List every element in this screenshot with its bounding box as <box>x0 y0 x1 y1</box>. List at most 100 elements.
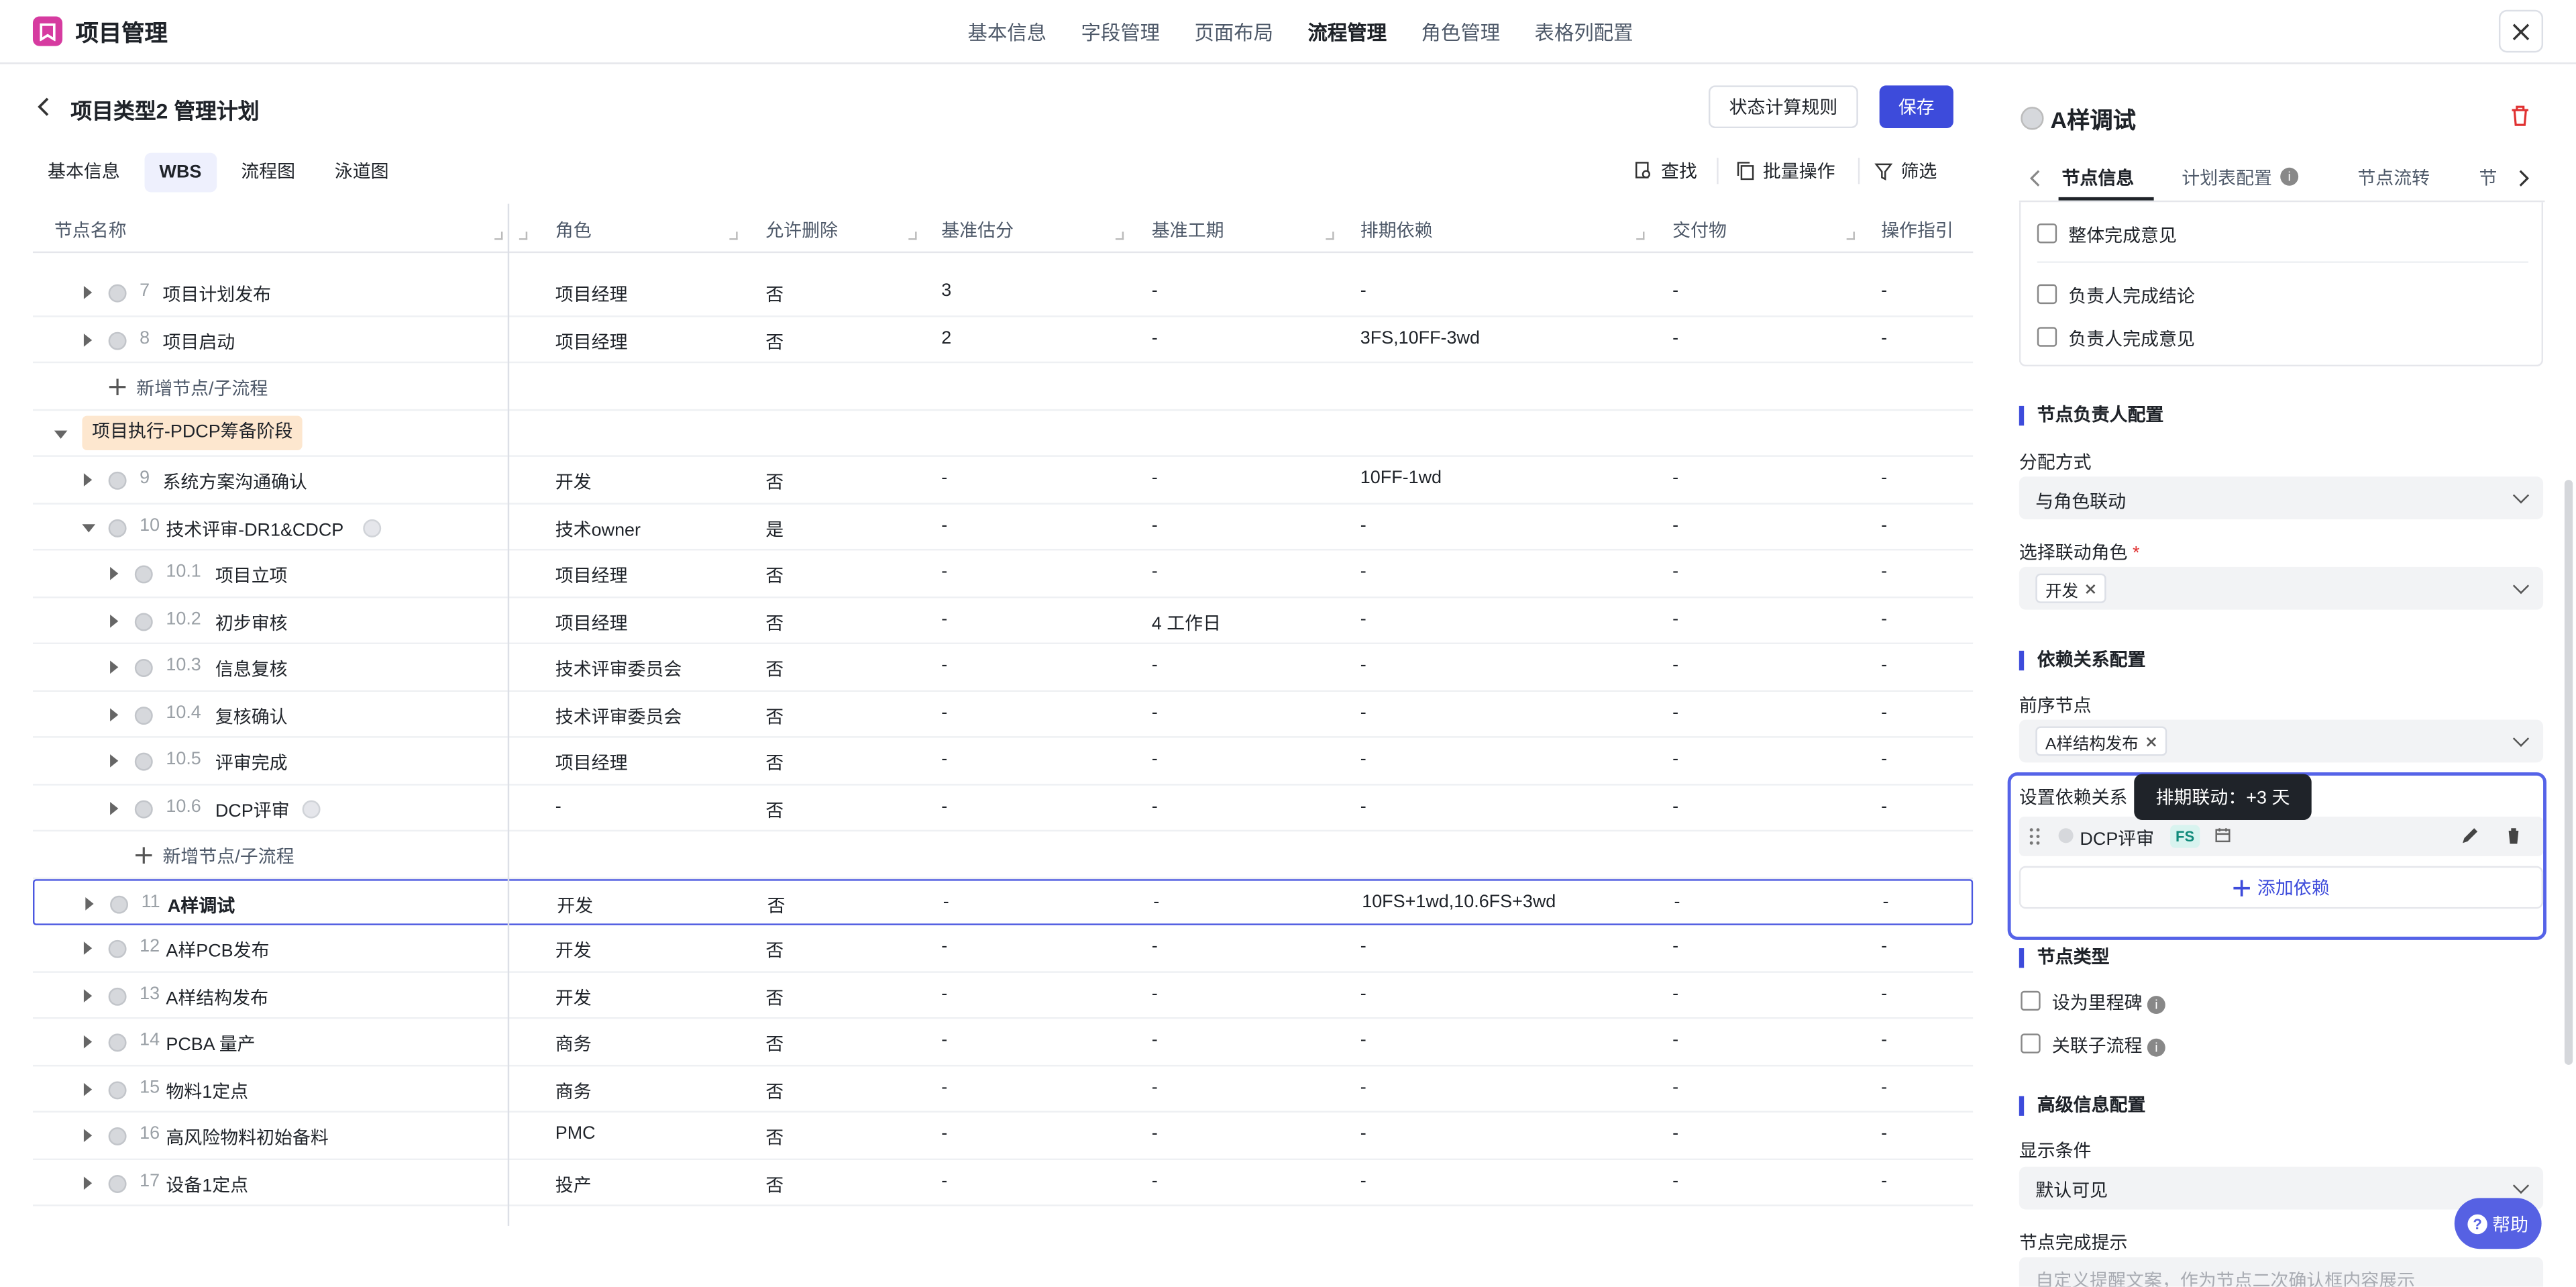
expand-caret-icon[interactable] <box>83 1129 93 1143</box>
link-role-select[interactable]: 开发 <box>2019 566 2544 610</box>
table-row[interactable]: 11 A样调试 开发 否 - - 10FS+1wd,10.6FS+3wd - - <box>32 878 1974 925</box>
pre-node-select[interactable]: A样结构发布 <box>2019 719 2544 763</box>
expand-caret-icon[interactable] <box>110 801 119 815</box>
table-row[interactable]: 16 高风险物料初始备料 PMC 否 - - - - - <box>32 1113 1974 1160</box>
nav-role-manage[interactable]: 角色管理 <box>1421 18 1501 46</box>
complete-hint-input[interactable]: 自定义提醒文案，作为节点二次确认框内容展示 <box>2019 1257 2544 1287</box>
save-button[interactable]: 保存 <box>1879 85 1953 129</box>
node-name[interactable]: 物料1定点 <box>166 1077 248 1103</box>
node-name[interactable]: 技术评审-DR1&CDCP <box>166 515 343 542</box>
expand-caret-icon[interactable] <box>110 566 119 580</box>
expand-caret-icon[interactable] <box>83 941 93 955</box>
delete-icon[interactable] <box>2510 105 2530 127</box>
expand-caret-icon[interactable] <box>83 1176 93 1189</box>
column-resize-handle[interactable] <box>908 231 917 240</box>
add-node-row[interactable]: 新增节点/子流程 <box>32 363 1974 411</box>
phase-row[interactable]: 项目执行-PDCP筹备阶段 <box>32 410 1974 457</box>
table-row[interactable]: 10.4 复核确认 技术评审委员会 否 - - - - - <box>32 691 1974 738</box>
node-name[interactable]: 评审完成 <box>215 750 288 776</box>
column-resize-handle[interactable] <box>494 231 503 240</box>
table-row[interactable]: 10.1 项目立项 项目经理 否 - - - - - <box>32 550 1974 598</box>
table-row[interactable]: 17 设备1定点 投产 否 - - - - - <box>32 1160 1974 1206</box>
node-name[interactable]: 初步审核 <box>215 609 288 635</box>
tab-wbs[interactable]: WBS <box>144 152 217 193</box>
nav-basic-info[interactable]: 基本信息 <box>967 18 1046 46</box>
table-row[interactable]: 10.3 信息复核 技术评审委员会 否 - - - - - <box>32 644 1974 691</box>
expand-caret-icon[interactable] <box>110 754 119 768</box>
link-icon[interactable] <box>302 799 321 818</box>
chevron-left-icon[interactable] <box>2029 169 2041 187</box>
table-row[interactable]: 8 项目启动 项目经理 否 2 - 3FS,10FF-3wd - - <box>32 316 1974 364</box>
panel-tab-node-info[interactable]: 节点信息 <box>2061 164 2134 191</box>
filter-button[interactable]: 筛选 <box>1874 158 1937 184</box>
table-row[interactable]: 10 技术评审-DR1&CDCP 技术owner 是 - - - - - <box>32 504 1974 551</box>
expand-caret-icon[interactable] <box>110 613 119 627</box>
node-name[interactable]: 项目启动 <box>162 328 235 354</box>
trash-icon[interactable] <box>2506 827 2522 845</box>
tag-close-icon[interactable] <box>2145 735 2157 747</box>
expand-caret-icon[interactable] <box>83 286 93 299</box>
nav-field-manage[interactable]: 字段管理 <box>1081 18 1160 46</box>
expand-caret-icon[interactable] <box>85 896 94 910</box>
node-name[interactable]: A样PCB发布 <box>166 937 269 963</box>
batch-button[interactable]: 批量操作 <box>1737 158 1835 184</box>
node-name[interactable]: A样结构发布 <box>166 984 268 1010</box>
back-arrow-icon[interactable] <box>36 97 52 116</box>
expand-caret-icon[interactable] <box>83 1082 93 1096</box>
table-row[interactable]: 9 系统方案沟通确认 开发 否 - - 10FF-1wd - - <box>32 457 1974 504</box>
add-node-row[interactable]: 新增节点/子流程 <box>32 831 1974 878</box>
dependency-item[interactable]: DCP评审 <box>2019 817 2544 856</box>
expand-caret-icon[interactable] <box>83 473 93 486</box>
edit-icon[interactable] <box>2461 827 2479 845</box>
panel-tab-more[interactable]: 节 <box>2479 164 2498 191</box>
panel-tab-plan-config[interactable]: 计划表配置 <box>2182 164 2272 191</box>
table-row[interactable]: 10.5 评审完成 项目经理 否 - - - - - <box>32 738 1974 785</box>
checkbox-overall-opinion[interactable] <box>2037 223 2057 244</box>
checkbox-owner-conclusion[interactable] <box>2037 284 2057 305</box>
table-row[interactable]: 12 A样PCB发布 开发 否 - - - - - <box>32 925 1974 972</box>
find-button[interactable]: 查找 <box>1635 158 1697 184</box>
status-rule-button[interactable]: 状态计算规则 <box>1708 85 1858 129</box>
close-button[interactable] <box>2498 9 2544 53</box>
tag-close-icon[interactable] <box>2085 582 2096 594</box>
collapse-caret-icon[interactable] <box>82 523 96 532</box>
column-resize-handle[interactable] <box>519 231 528 240</box>
collapse-caret-icon[interactable] <box>54 429 68 438</box>
tab-flowchart[interactable]: 流程图 <box>226 153 310 193</box>
table-row[interactable]: 13 A样结构发布 开发 否 - - - - - <box>32 972 1974 1019</box>
expand-caret-icon[interactable] <box>110 707 119 721</box>
node-name[interactable]: PCBA 量产 <box>166 1031 255 1057</box>
node-name[interactable]: 高风险物料初始备料 <box>166 1124 328 1150</box>
expand-caret-icon[interactable] <box>110 660 119 674</box>
link-icon[interactable] <box>363 518 382 537</box>
node-name[interactable]: 项目计划发布 <box>162 281 271 307</box>
checkbox-subflow[interactable] <box>2021 1033 2041 1053</box>
node-name[interactable]: 项目立项 <box>215 562 288 588</box>
tab-swimlane[interactable]: 泳道图 <box>320 153 404 193</box>
expand-caret-icon[interactable] <box>83 988 93 1002</box>
table-row[interactable]: 15 物料1定点 商务 否 - - - - - <box>32 1066 1974 1113</box>
help-button[interactable]: ? 帮助 <box>2454 1198 2542 1249</box>
node-name[interactable]: 系统方案沟通确认 <box>162 468 307 495</box>
add-dependency-button[interactable]: 添加依赖 <box>2019 866 2544 909</box>
panel-scrollbar[interactable] <box>2564 480 2573 1065</box>
table-row[interactable]: 7 项目计划发布 项目经理 否 3 - - - - <box>32 270 1974 317</box>
nav-table-columns[interactable]: 表格列配置 <box>1535 18 1633 46</box>
nav-flow-manage[interactable]: 流程管理 <box>1308 18 1387 46</box>
node-name[interactable]: 设备1定点 <box>166 1171 248 1197</box>
chevron-right-icon[interactable] <box>2518 169 2530 187</box>
panel-tab-node-flow[interactable]: 节点流转 <box>2357 164 2430 191</box>
checkbox-milestone[interactable] <box>2021 990 2041 1011</box>
column-resize-handle[interactable] <box>729 231 738 240</box>
node-name[interactable]: DCP评审 <box>215 796 290 823</box>
checkbox-owner-opinion[interactable] <box>2037 327 2057 347</box>
node-name[interactable]: 复核确认 <box>215 703 288 729</box>
column-resize-handle[interactable] <box>1636 231 1645 240</box>
column-resize-handle[interactable] <box>1846 231 1855 240</box>
tab-basic-info[interactable]: 基本信息 <box>33 153 135 193</box>
node-name[interactable]: 信息复核 <box>215 656 288 682</box>
column-resize-handle[interactable] <box>1115 231 1124 240</box>
node-name[interactable]: A样调试 <box>168 892 235 918</box>
schedule-icon[interactable] <box>2214 827 2233 845</box>
table-row[interactable]: 10.2 初步审核 项目经理 否 - 4 工作日 - - - <box>32 597 1974 645</box>
